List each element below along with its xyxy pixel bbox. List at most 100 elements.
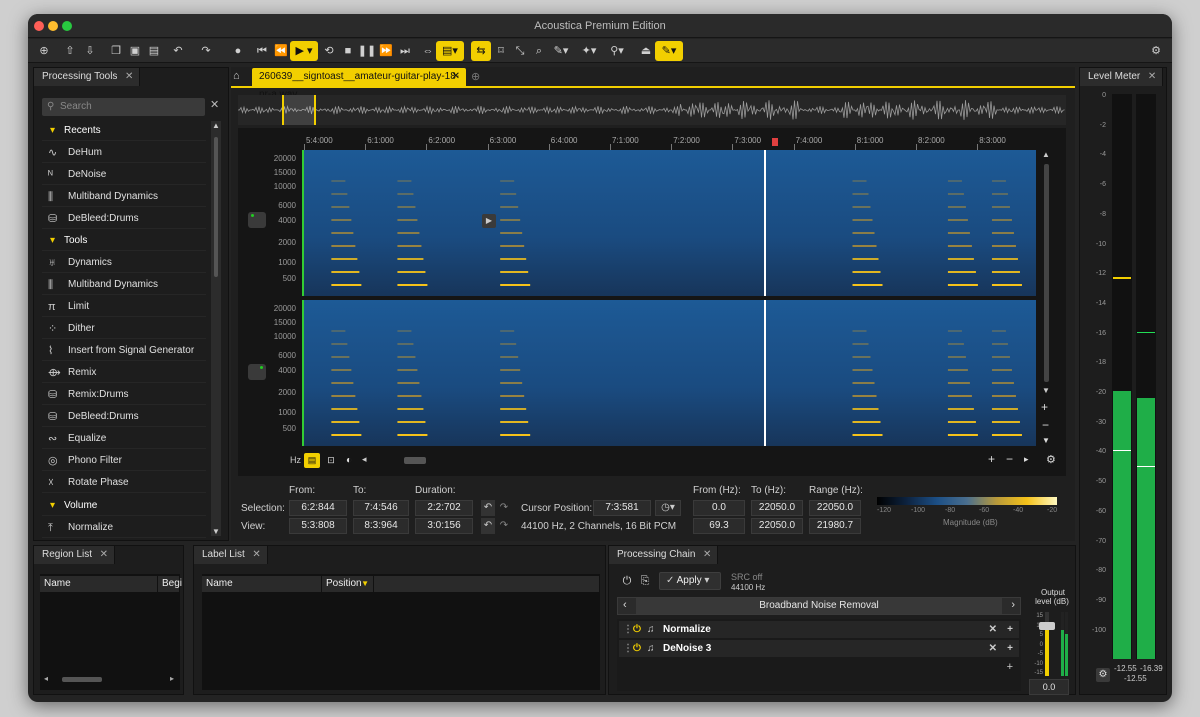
import-icon[interactable]: ⇩ (80, 41, 100, 61)
tool-item-phono-filter[interactable]: ◎ Phono Filter (42, 451, 206, 471)
time-ruler[interactable]: 5:4:000 6:1:000 6:2:000 6:3:000 6:4:000 7:1:0… (302, 136, 1036, 150)
minimize-window-button[interactable] (48, 21, 58, 31)
chain-item-denoise[interactable]: ⋮ ⏻ ♫ DeNoise 3 ✕ + (619, 640, 1019, 657)
tab-processing-tools[interactable]: Processing Tools ✕ (34, 68, 141, 86)
tool-item-debleed-drums[interactable]: ⛁ DeBleed:Drums (42, 407, 206, 427)
output-slider-track[interactable] (1039, 612, 1055, 676)
close-icon[interactable]: ✕ (1148, 68, 1156, 86)
remove-icon[interactable]: ✕ (989, 640, 997, 657)
scroll-right-icon[interactable]: ▸ (170, 674, 174, 683)
tool-item-normalize[interactable]: ⤒ Normalize (42, 518, 206, 538)
lasso-icon[interactable]: ⌕ (529, 41, 549, 61)
column-header-name[interactable]: Name (202, 576, 322, 592)
preset-name[interactable]: Broadband Noise Removal (636, 598, 1002, 614)
output-slider-thumb[interactable] (1039, 622, 1055, 630)
edit-tool-icon[interactable]: ✎▾ (655, 41, 683, 61)
forward-icon[interactable]: ⏩ (376, 41, 396, 61)
scroll-left-icon[interactable]: ◂ (362, 454, 367, 465)
tab-file[interactable]: 260639__signtoast__amateur-guitar-play-1… (252, 68, 466, 100)
zoom-in-icon[interactable]: + (988, 452, 995, 466)
drag-handle-icon[interactable]: ⋮ (623, 621, 633, 638)
tool-item-limit[interactable]: π Limit (42, 297, 206, 317)
magic-wand-icon[interactable]: ✦▾ (576, 41, 602, 61)
tab-label-list[interactable]: Label List ✕ (194, 546, 268, 564)
scroll-left-icon[interactable]: ◂ (44, 674, 48, 683)
apply-button[interactable]: ✓ Apply ▾ (659, 572, 721, 590)
cursor-position-field[interactable]: 7:3:581 (593, 500, 651, 516)
output-level-field[interactable]: 0.0 (1029, 679, 1069, 695)
save-preset-icon[interactable]: ⎘ (637, 572, 653, 590)
scroll-down-icon[interactable]: ▼ (211, 527, 221, 536)
tool-item-multiband[interactable]: ⫼ Multiband Dynamics (42, 187, 206, 207)
settings-icon[interactable]: ⚙ (1046, 453, 1056, 466)
frequency-select-icon[interactable]: ⤡ (510, 41, 530, 61)
close-icon[interactable]: ✕ (100, 546, 108, 564)
add-processor-icon[interactable]: + (1007, 661, 1013, 673)
stop-icon[interactable]: ■ (338, 41, 358, 61)
pause-icon[interactable]: ❚❚ (357, 41, 377, 61)
headphones-icon[interactable]: ♫ (647, 621, 655, 638)
tools-scrollbar[interactable]: ▲ ▼ (211, 121, 221, 536)
selection-to-field[interactable]: 7:4:546 (353, 500, 409, 516)
overview-view-window[interactable] (282, 95, 316, 125)
scroll-up-icon[interactable]: ▲ (1042, 150, 1050, 159)
brush-icon[interactable]: ✎▾ (548, 41, 574, 61)
zoom-window-button[interactable] (62, 21, 72, 31)
tool-item-remix-drums[interactable]: ⛁ Remix:Drums (42, 385, 206, 405)
horizontal-scroll-thumb[interactable] (404, 457, 426, 464)
horizontal-scroll-thumb[interactable] (62, 677, 102, 682)
zoom-icon[interactable]: ⚲▾ (604, 41, 630, 61)
channel-toggle-left[interactable] (248, 212, 266, 228)
rewind-icon[interactable]: ⏪ (271, 41, 291, 61)
headphones-icon[interactable]: ♫ (647, 640, 655, 657)
tab-processing-chain[interactable]: Processing Chain ✕ (609, 546, 719, 564)
zoom-out-icon[interactable]: − (1042, 418, 1049, 432)
scroll-down-icon[interactable]: ▼ (1042, 386, 1050, 395)
redo-icon[interactable]: ↷ (196, 41, 216, 61)
tool-item-debleed[interactable]: ⛁ DeBleed:Drums (42, 209, 206, 229)
tool-item-dynamics[interactable]: ♅ Dynamics (42, 253, 206, 273)
tool-item-dehum[interactable]: ∿ DeHum (42, 143, 206, 163)
drag-handle-icon[interactable]: ⋮ (623, 640, 633, 657)
power-icon[interactable]: ⏻ (619, 572, 635, 590)
view-duration-field[interactable]: 3:0:156 (415, 518, 473, 534)
new-tab-icon[interactable]: ⊕ (471, 70, 480, 83)
next-preset-icon[interactable]: › (1011, 599, 1015, 611)
redo-selection-icon[interactable]: ↷ (497, 500, 511, 516)
paste-icon[interactable]: ▣ (125, 41, 145, 61)
close-icon[interactable]: ✕ (703, 546, 711, 564)
channel-toggle-right[interactable] (248, 364, 266, 380)
zoom-in-icon[interactable]: + (1041, 400, 1048, 414)
close-icon[interactable]: ✕ (125, 68, 133, 86)
scroll-thumb[interactable] (214, 137, 218, 277)
view-to-hz-field[interactable]: 22050.0 (751, 518, 803, 534)
chain-item-normalize[interactable]: ⋮ ⏻ ♫ Normalize ✕ + (619, 621, 1019, 638)
scroll-down-icon[interactable]: ▼ (1042, 436, 1050, 445)
spectrogram-channel-left[interactable] (302, 150, 1036, 296)
previous-preset-icon[interactable]: ‹ (623, 599, 627, 611)
spectrogram-channel-right[interactable] (302, 300, 1036, 446)
time-select-icon[interactable]: ⌑ (491, 41, 511, 61)
selection-duration-field[interactable]: 2:2:702 (415, 500, 473, 516)
preset-selector[interactable]: ‹ Broadband Noise Removal › (617, 597, 1021, 615)
scroll-up-icon[interactable]: ▲ (211, 121, 221, 130)
power-icon[interactable]: ⏻ (633, 621, 641, 638)
remove-icon[interactable]: ✕ (989, 621, 997, 638)
selection-tool-icon[interactable]: ⇆ (471, 41, 491, 61)
process-icon[interactable]: ⏏ (636, 41, 656, 61)
tab-region-list[interactable]: Region List ✕ (34, 546, 116, 564)
skip-start-icon[interactable]: ⏮ (252, 41, 272, 61)
view-mode-icon[interactable]: ⇔ (418, 41, 438, 61)
add-icon[interactable]: ⊕ (34, 41, 54, 61)
selection-from-hz-field[interactable]: 0.0 (693, 500, 745, 516)
view-range-hz-field[interactable]: 21980.7 (809, 518, 861, 534)
selection-range-hz-field[interactable]: 22050.0 (809, 500, 861, 516)
spectrogram-mode-icon[interactable]: ▤▾ (436, 41, 464, 61)
waveform-view-icon[interactable]: ⊡ (324, 453, 338, 468)
section-volume[interactable]: Volume (42, 496, 206, 516)
selection-to-hz-field[interactable]: 22050.0 (751, 500, 803, 516)
power-icon[interactable]: ⏻ (633, 640, 641, 657)
selection-from-field[interactable]: 6:2:844 (289, 500, 347, 516)
skip-end-icon[interactable]: ⏭ (395, 41, 415, 61)
tool-item-dither[interactable]: ⁘ Dither (42, 319, 206, 339)
